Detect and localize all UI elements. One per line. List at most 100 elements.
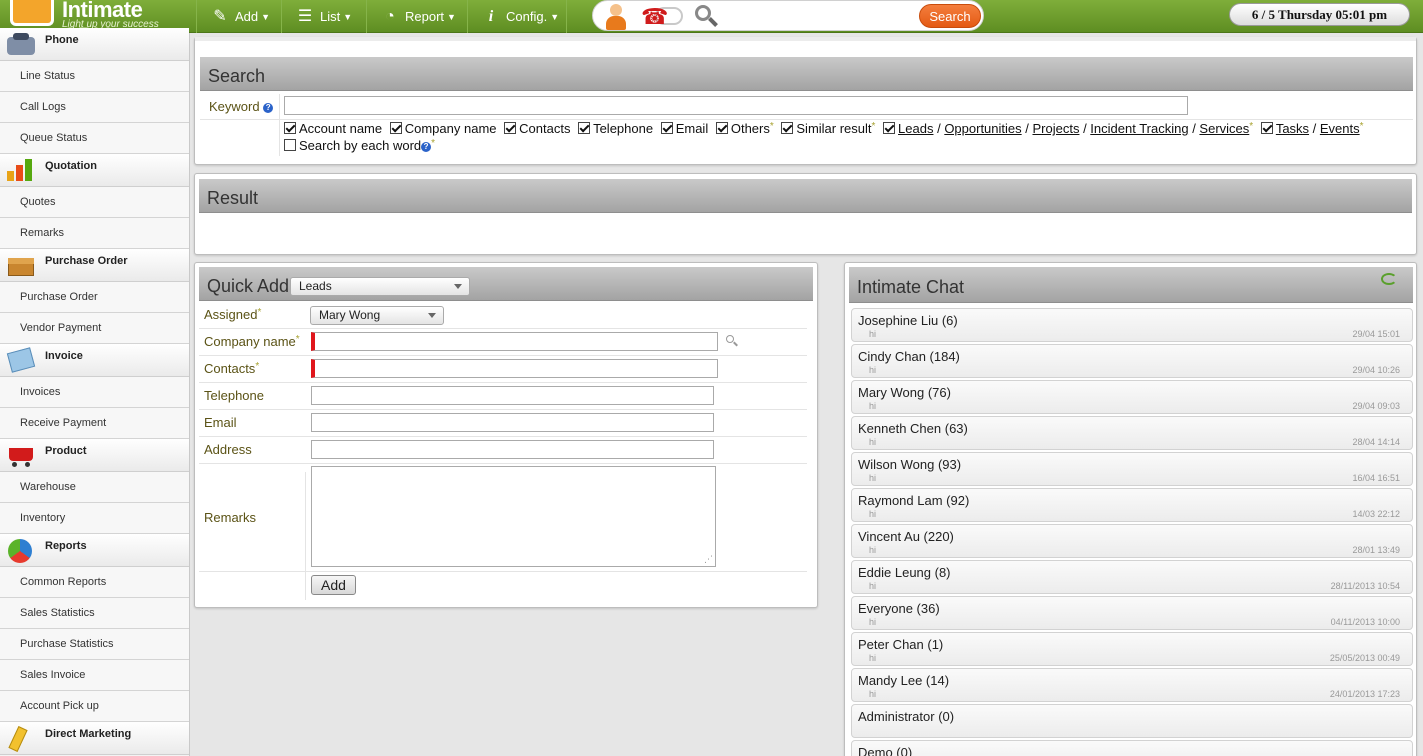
chat-list-item[interactable]: Everyone (36) hi 04/11/2013 10:00 (851, 596, 1413, 630)
chat-list-item[interactable]: Josephine Liu (6) hi 29/04 15:01 (851, 308, 1413, 342)
nav-config-label: Config. (506, 9, 548, 24)
sidebar-section-product[interactable]: Product (0, 439, 189, 472)
option-telephone[interactable]: Telephone (578, 121, 653, 136)
logo-icon (10, 0, 54, 26)
chat-list-item[interactable]: Mandy Lee (14) hi 24/01/2013 17:23 (851, 668, 1413, 702)
assigned-label: Assigned* (204, 307, 262, 322)
nav-list-button[interactable]: ☰ List ▼ (281, 0, 365, 33)
keyword-label: Keyword ? (209, 99, 274, 114)
checkbox[interactable] (781, 122, 794, 134)
sidebar-section-quotation[interactable]: Quotation (0, 154, 189, 187)
address-input[interactable] (311, 440, 714, 459)
sidebar-item-vendor-payment[interactable]: Vendor Payment (0, 313, 189, 344)
list-icon: ☰ (297, 7, 313, 25)
option-contacts[interactable]: Contacts (504, 121, 570, 136)
lookup-search-icon[interactable] (725, 334, 739, 348)
link-leads[interactable]: Leads (898, 121, 933, 136)
chat-list-item[interactable]: Kenneth Chen (63) hi 28/04 14:14 (851, 416, 1413, 450)
sidebar-item-quotes[interactable]: Quotes (0, 187, 189, 218)
link-opportunities[interactable]: Opportunities (944, 121, 1021, 136)
agent-icon[interactable] (601, 2, 631, 31)
chat-timestamp: 28/04 14:14 (1352, 437, 1400, 447)
checkbox[interactable] (389, 122, 402, 134)
sidebar-item-purchase-statistics[interactable]: Purchase Statistics (0, 629, 189, 660)
email-input[interactable] (311, 413, 714, 432)
option-others[interactable]: Others* (715, 121, 774, 136)
link-incident-tracking[interactable]: Incident Tracking (1090, 121, 1188, 136)
chevron-down-icon (454, 284, 462, 289)
magnifier-icon[interactable] (693, 4, 719, 30)
telephone-input[interactable] (311, 386, 714, 405)
help-icon[interactable]: ? (263, 103, 274, 113)
link-services[interactable]: Services (1199, 121, 1249, 136)
sidebar-item-sales-statistics[interactable]: Sales Statistics (0, 598, 189, 629)
sidebar-item-remarks[interactable]: Remarks (0, 218, 189, 249)
nav-add-button[interactable]: ✎ Add ▼ (196, 0, 280, 33)
sidebar-item-call-logs[interactable]: Call Logs (0, 92, 189, 123)
sidebar-item-sales-invoice[interactable]: Sales Invoice (0, 660, 189, 691)
header-search-button[interactable]: Search (919, 4, 981, 28)
telephone-row: Telephone (199, 383, 807, 410)
option-search-each-word[interactable]: Search by each word? * (284, 138, 435, 153)
chat-timestamp: 28/01 13:49 (1352, 545, 1400, 555)
refresh-icon[interactable] (1381, 273, 1397, 285)
option-tasks-events[interactable]: Tasks / Events* (1260, 121, 1364, 136)
sidebar-item-queue-status[interactable]: Queue Status (0, 123, 189, 154)
keyword-input[interactable] (284, 96, 1188, 115)
chat-list-item[interactable]: Vincent Au (220) hi 28/01 13:49 (851, 524, 1413, 558)
sidebar-item-invoices[interactable]: Invoices (0, 377, 189, 408)
sidebar-section-direct-marketing[interactable]: Direct Marketing (0, 722, 189, 755)
remarks-label: Remarks (204, 510, 257, 525)
help-icon[interactable]: ? (421, 142, 432, 152)
checkbox[interactable] (883, 122, 896, 134)
sidebar-item-common-reports[interactable]: Common Reports (0, 567, 189, 598)
checkbox[interactable] (284, 122, 296, 134)
chat-list-item[interactable]: Cindy Chan (184) hi 29/04 10:26 (851, 344, 1413, 378)
checkbox[interactable] (504, 122, 517, 134)
chat-list-item[interactable]: Demo (0) (851, 740, 1413, 756)
sidebar-item-account-pick-up[interactable]: Account Pick up (0, 691, 189, 722)
sidebar-item-purchase-order[interactable]: Purchase Order (0, 282, 189, 313)
nav-report-button[interactable]: ◔ Report ▼ (366, 0, 466, 33)
chat-list-item[interactable]: Raymond Lam (92) hi 14/03 22:12 (851, 488, 1413, 522)
add-button[interactable]: Add (311, 575, 356, 595)
telephone-icon (5, 31, 37, 57)
checkbox[interactable] (578, 122, 591, 134)
remarks-textarea[interactable]: ⋰ (311, 466, 716, 567)
link-projects[interactable]: Projects (1032, 121, 1079, 136)
contacts-input[interactable] (311, 359, 718, 378)
sidebar-section-purchase-order[interactable]: Purchase Order (0, 249, 189, 282)
chat-title: Intimate Chat (857, 277, 965, 297)
option-account-name[interactable]: Account name (284, 121, 382, 136)
option-modules[interactable]: Leads / Opportunities / Projects / Incid… (883, 121, 1253, 136)
phone-handset-icon[interactable]: ☎ (641, 3, 677, 30)
checkbox[interactable] (715, 122, 728, 134)
assigned-select[interactable]: Mary Wong (310, 306, 444, 325)
chat-list-item[interactable]: Wilson Wong (93) hi 16/04 16:51 (851, 452, 1413, 486)
nav-config-button[interactable]: i Config. ▼ (467, 0, 567, 33)
sidebar-item-inventory[interactable]: Inventory (0, 503, 189, 534)
sidebar-item-receive-payment[interactable]: Receive Payment (0, 408, 189, 439)
chat-list-item[interactable]: Eddie Leung (8) hi 28/11/2013 10:54 (851, 560, 1413, 594)
checkbox[interactable] (660, 122, 673, 134)
sidebar-section-invoice[interactable]: Invoice (0, 344, 189, 377)
company-name-input[interactable] (311, 332, 718, 351)
chat-list-item[interactable]: Administrator (0) (851, 704, 1413, 738)
chat-timestamp: 28/11/2013 10:54 (1330, 581, 1400, 591)
sidebar-section-phone[interactable]: Phone (0, 28, 189, 61)
chat-last-message: hi (869, 365, 877, 375)
sidebar-section-reports[interactable]: Reports (0, 534, 189, 567)
quick-add-type-select[interactable]: Leads (290, 277, 470, 296)
chat-list-item[interactable]: Mary Wong (76) hi 29/04 09:03 (851, 380, 1413, 414)
sidebar-item-warehouse[interactable]: Warehouse (0, 472, 189, 503)
option-email[interactable]: Email (660, 121, 708, 136)
link-tasks[interactable]: Tasks (1276, 121, 1309, 136)
checkbox[interactable] (1260, 122, 1273, 134)
checkbox[interactable] (284, 139, 296, 151)
option-company-name[interactable]: Company name (389, 121, 497, 136)
chat-list-item[interactable]: Peter Chan (1) hi 25/05/2013 00:49 (851, 632, 1413, 666)
sidebar-item-line-status[interactable]: Line Status (0, 61, 189, 92)
resize-handle-icon[interactable]: ⋰ (704, 554, 713, 565)
link-events[interactable]: Events (1320, 121, 1360, 136)
option-similar-result[interactable]: Similar result* (781, 121, 875, 136)
